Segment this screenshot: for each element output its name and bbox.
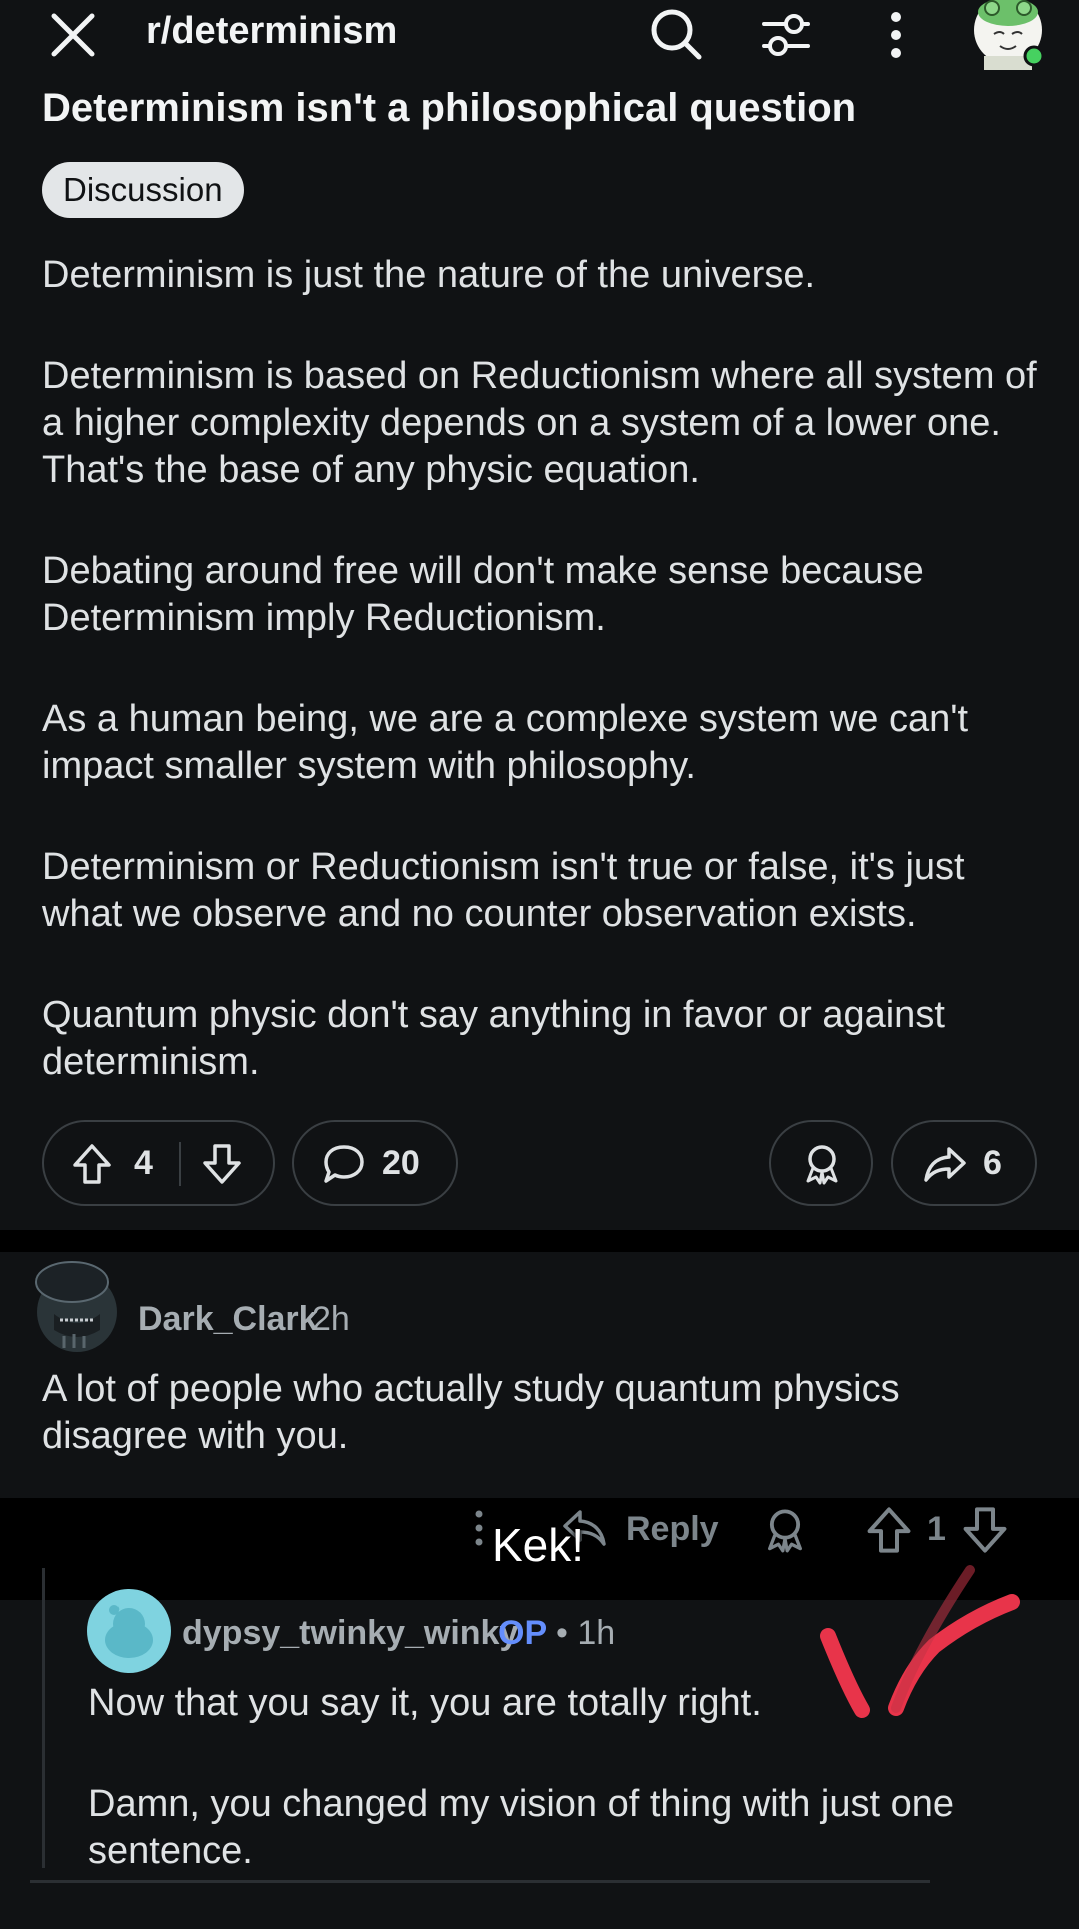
top-bar: r/determinism	[0, 0, 1079, 70]
post-paragraph: Determinism is based on Reductionism whe…	[42, 355, 1037, 491]
red-checkmark-annotation	[820, 1565, 1020, 1718]
share-icon	[924, 1147, 966, 1182]
reply-avatar[interactable]	[86, 1588, 172, 1674]
comment-icon	[324, 1145, 364, 1183]
filter-icon[interactable]	[760, 8, 812, 62]
comments-button[interactable]: 20	[292, 1120, 458, 1206]
subreddit-name[interactable]: r/determinism	[146, 10, 397, 53]
post-title: Determinism isn't a philosophical questi…	[42, 86, 857, 130]
comment-time: 2h	[312, 1300, 350, 1338]
vote-separator	[179, 1142, 181, 1186]
downvote-icon[interactable]	[202, 1143, 242, 1185]
more-options-icon[interactable]	[880, 8, 912, 62]
op-badge: OP	[498, 1614, 548, 1652]
share-button[interactable]: 6	[891, 1120, 1037, 1206]
comment-body: A lot of people who actually study quant…	[42, 1368, 900, 1457]
post-paragraph: Determinism or Reductionism isn't true o…	[42, 846, 965, 935]
award-button[interactable]	[769, 1120, 873, 1206]
post-paragraph: Quantum physic don't say anything in fav…	[42, 994, 945, 1083]
bottom-divider	[30, 1880, 930, 1883]
post-paragraph: Debating around free will don't make sen…	[42, 550, 924, 639]
reply-username[interactable]: dypsy_twinky_winky	[182, 1614, 518, 1653]
commenter-avatar[interactable]	[34, 1254, 120, 1356]
post-flair[interactable]: Discussion	[42, 162, 244, 218]
reply-paragraph: Damn, you changed my vision of thing wit…	[88, 1783, 955, 1872]
reply-time: • 1h	[556, 1614, 616, 1652]
upvote-icon[interactable]	[72, 1143, 112, 1185]
post-body: Determinism is just the nature of the un…	[42, 252, 1042, 1140]
post-paragraph: As a human being, we are a complexe syst…	[42, 698, 969, 787]
thread-line[interactable]	[42, 1568, 45, 1868]
post-vote-count: 4	[134, 1144, 153, 1182]
reply-button[interactable]: Reply	[626, 1510, 719, 1549]
user-avatar[interactable]	[970, 0, 1046, 70]
vote-pill: 4	[42, 1120, 275, 1206]
comment-count: 20	[382, 1144, 420, 1182]
post-paragraph: Determinism is just the nature of the un…	[42, 254, 816, 296]
share-count: 6	[983, 1144, 1002, 1182]
close-icon[interactable]	[50, 12, 96, 58]
award-icon	[806, 1145, 838, 1185]
comment-username[interactable]: Dark_Clark	[138, 1300, 318, 1339]
section-divider	[0, 1230, 1079, 1252]
comment-more-icon[interactable]	[470, 1506, 488, 1556]
search-icon[interactable]	[648, 6, 704, 62]
overlay-caption: Kek!	[492, 1519, 585, 1571]
